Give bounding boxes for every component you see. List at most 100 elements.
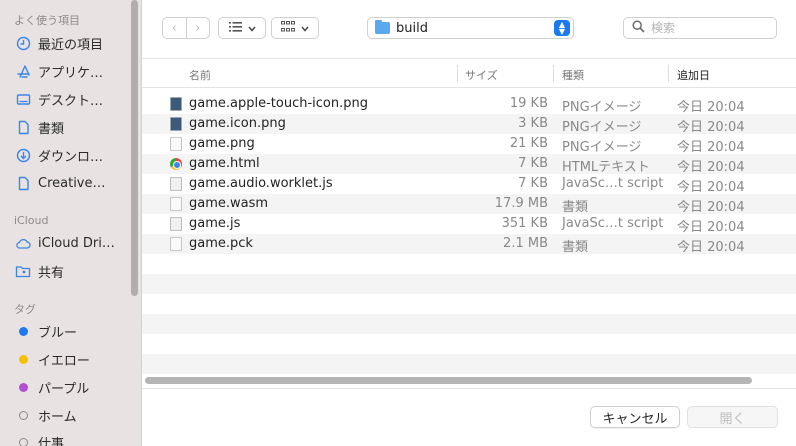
column-header-kind[interactable]: 種類 — [562, 67, 584, 83]
table-row[interactable]: game.js 351 KB JavaSc…t script 今日 20:04 — [142, 214, 796, 235]
app-store-icon — [14, 62, 32, 80]
column-header-name[interactable]: 名前 — [189, 67, 211, 83]
tag-dot-icon — [18, 437, 28, 446]
file-name: game.wasm — [189, 196, 269, 211]
file-size: 7 KB — [518, 156, 548, 171]
icloud-header: iCloud — [14, 214, 49, 227]
file-date: 今日 20:04 — [677, 240, 745, 255]
table-row[interactable]: game.wasm 17.9 MB 書類 今日 20:04 — [142, 194, 796, 215]
file-date: 今日 20:04 — [677, 220, 745, 235]
tags-header: タグ — [14, 303, 36, 316]
tag-dot-icon — [18, 326, 28, 336]
sidebar-item-label: パープル — [38, 381, 90, 397]
forward-button[interactable]: › — [185, 18, 210, 38]
sidebar-item-label: アプリケ… — [38, 65, 104, 81]
file-kind: PNGイメージ — [562, 140, 642, 155]
blank-file-icon — [170, 237, 182, 251]
chevron-down-icon — [301, 22, 309, 35]
sidebar-item-label: イエロー — [38, 353, 90, 369]
sidebar-tag-yellow[interactable]: イエロー — [14, 348, 126, 370]
file-date: 今日 20:04 — [677, 140, 745, 155]
file-name: game.pck — [189, 236, 253, 251]
sidebar-item-documents[interactable]: 書類 — [14, 116, 126, 138]
file-size: 19 KB — [509, 96, 548, 111]
image-file-icon — [170, 97, 182, 111]
sidebar-item-shared[interactable]: 共有 — [14, 260, 126, 282]
toolbar: ‹ › build ▲ ▼ — [142, 0, 796, 58]
table-row[interactable]: game.icon.png 3 KB PNGイメージ 今日 20:04 — [142, 114, 796, 135]
empty-row — [142, 314, 796, 334]
search-field[interactable] — [623, 17, 777, 39]
table-row[interactable]: game.html 7 KB HTMLテキスト 今日 20:04 — [142, 154, 796, 175]
sidebar-tag-home[interactable]: ホーム — [14, 404, 126, 426]
search-input[interactable] — [651, 21, 761, 35]
table-row[interactable]: game.png 21 KB PNGイメージ 今日 20:04 — [142, 134, 796, 155]
table-row[interactable]: game.pck 2.1 MB 書類 今日 20:04 — [142, 234, 796, 255]
file-date: 今日 20:04 — [677, 180, 745, 195]
path-selector[interactable]: build ▲ ▼ — [367, 17, 574, 39]
chevron-down-icon — [247, 22, 256, 35]
back-button[interactable]: ‹ — [163, 18, 186, 38]
file-kind: JavaSc…t script — [562, 216, 664, 231]
updown-arrows-icon: ▲ ▼ — [554, 20, 570, 36]
search-icon — [632, 20, 645, 36]
chrome-icon — [170, 158, 182, 170]
image-file-icon — [170, 117, 182, 131]
desktop-icon — [14, 90, 32, 108]
sidebar-item-label: 仕事 — [38, 436, 65, 446]
column-separator[interactable] — [457, 65, 458, 82]
sidebar-item-creative[interactable]: Creative… — [14, 172, 126, 194]
document-icon — [14, 118, 32, 136]
table-row[interactable]: game.apple-touch-icon.png 19 KB PNGイメージ … — [142, 94, 796, 115]
file-date: 今日 20:04 — [677, 160, 745, 175]
column-header-date[interactable]: 追加日 — [677, 67, 710, 83]
file-kind: 書類 — [562, 200, 589, 215]
empty-row — [142, 254, 796, 274]
tag-dot-icon — [18, 382, 28, 392]
tag-dot-icon — [18, 410, 28, 420]
sidebar-tag-work[interactable]: 仕事 — [14, 431, 126, 446]
file-table: 名前 サイズ 種類 追加日 game.apple-touch-icon.png … — [142, 58, 796, 388]
sidebar-item-downloads[interactable]: ダウンロ… — [14, 144, 126, 166]
sidebar-item-recents[interactable]: 最近の項目 — [14, 32, 126, 54]
clock-icon — [14, 34, 32, 52]
column-separator[interactable] — [668, 65, 669, 82]
column-header-size[interactable]: サイズ — [465, 67, 498, 83]
file-date: 今日 20:04 — [677, 200, 745, 215]
list-view-icon — [228, 21, 242, 35]
nav-buttons: ‹ › — [162, 17, 210, 39]
sidebar-tag-blue[interactable]: ブルー — [14, 320, 126, 342]
script-file-icon — [170, 177, 182, 191]
empty-row — [142, 274, 796, 294]
file-kind: PNGイメージ — [562, 100, 642, 115]
file-size: 3 KB — [518, 116, 548, 131]
grid-view-button[interactable] — [271, 17, 319, 39]
sidebar-item-label: デスクト… — [38, 93, 104, 109]
tag-dot-icon — [18, 354, 28, 364]
favorites-header: よく使う項目 — [14, 14, 80, 27]
open-button[interactable]: 開く — [687, 406, 778, 428]
table-row[interactable]: game.audio.worklet.js 7 KB JavaSc…t scri… — [142, 174, 796, 195]
file-size: 2.1 MB — [503, 236, 548, 251]
file-name: game.icon.png — [189, 116, 286, 131]
sidebar-item-applications[interactable]: アプリケ… — [14, 60, 126, 82]
empty-row — [142, 354, 796, 374]
sidebar-item-desktop[interactable]: デスクト… — [14, 88, 126, 110]
file-size: 21 KB — [509, 136, 548, 151]
sidebar-item-label: Creative… — [38, 175, 106, 191]
sidebar-scrollbar[interactable] — [131, 0, 138, 296]
sidebar-item-icloud-drive[interactable]: iCloud Dri… — [14, 232, 126, 254]
sidebar-item-label: ホーム — [38, 409, 77, 425]
sidebar-item-label: 最近の項目 — [38, 37, 104, 53]
sidebar-item-label: ブルー — [38, 325, 78, 341]
file-name: game.png — [189, 136, 255, 151]
column-separator[interactable] — [553, 65, 554, 82]
cancel-button[interactable]: キャンセル — [590, 406, 680, 428]
table-header: 名前 サイズ 種類 追加日 — [142, 59, 796, 88]
folder-icon — [375, 20, 390, 34]
horizontal-scrollbar[interactable] — [145, 377, 752, 384]
sidebar-item-label: iCloud Dri… — [38, 235, 115, 251]
list-view-button[interactable] — [218, 17, 266, 39]
sidebar-tag-purple[interactable]: パープル — [14, 376, 126, 398]
empty-row — [142, 334, 796, 354]
